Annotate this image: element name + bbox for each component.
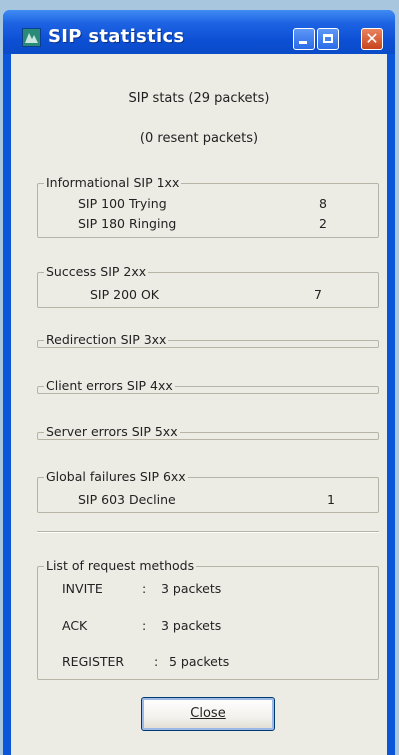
packets-summary: SIP stats (29 packets) — [128, 91, 270, 106]
minimize-icon — [299, 41, 307, 44]
maximize-icon — [323, 34, 333, 43]
group-label-success: Success SIP 2xx — [44, 264, 149, 279]
group-informational: Informational SIP 1xx SIP 100 Trying 8 S… — [37, 175, 379, 238]
separator — [37, 531, 379, 533]
group-client-errors: Client errors SIP 4xx — [37, 378, 379, 394]
resent-summary: (0 resent packets) — [139, 131, 259, 146]
close-icon: ✕ — [365, 29, 379, 48]
window-title: SIP statistics — [48, 26, 185, 47]
window-client-area: SIP stats (29 packets) (0 resent packets… — [11, 54, 387, 755]
status-count: 8 — [319, 196, 327, 211]
status-name: SIP 100 Trying — [78, 196, 167, 211]
group-global-failures: Global failures SIP 6xx SIP 603 Decline … — [37, 469, 379, 513]
status-count: 7 — [314, 287, 322, 302]
method-separator: : — [142, 581, 147, 596]
title-bar[interactable]: SIP statistics ✕ — [3, 10, 395, 54]
close-button[interactable]: Close — [141, 697, 275, 731]
group-success: Success SIP 2xx SIP 200 OK 7 — [37, 264, 379, 308]
status-count: 2 — [319, 216, 327, 231]
minimize-button[interactable] — [293, 28, 315, 50]
method-name: INVITE — [62, 581, 103, 596]
group-label-redirection: Redirection SIP 3xx — [44, 332, 169, 347]
method-name: REGISTER — [62, 654, 125, 669]
group-label-global-failures: Global failures SIP 6xx — [44, 469, 188, 484]
sip-statistics-window: SIP statistics ✕ SIP stats (29 packets) … — [3, 10, 395, 755]
close-window-button[interactable]: ✕ — [361, 28, 383, 50]
status-name: SIP 200 OK — [90, 287, 160, 302]
app-icon — [22, 28, 41, 47]
group-label-client-errors: Client errors SIP 4xx — [44, 378, 175, 393]
method-separator: : — [142, 618, 147, 633]
group-label-informational: Informational SIP 1xx — [44, 175, 182, 190]
method-separator: : — [154, 654, 159, 669]
group-request-methods: List of request methods INVITE : 3 packe… — [37, 558, 379, 680]
method-value: 5 packets — [169, 654, 230, 669]
method-value: 3 packets — [161, 581, 222, 596]
group-server-errors: Server errors SIP 5xx — [37, 424, 379, 440]
method-value: 3 packets — [161, 618, 222, 633]
group-redirection: Redirection SIP 3xx — [37, 332, 379, 348]
status-count: 1 — [327, 492, 335, 507]
group-label-server-errors: Server errors SIP 5xx — [44, 424, 180, 439]
method-name: ACK — [62, 618, 88, 633]
group-label-request-methods: List of request methods — [44, 558, 197, 573]
status-name: SIP 603 Decline — [78, 492, 176, 507]
maximize-button[interactable] — [317, 28, 339, 50]
status-name: SIP 180 Ringing — [78, 216, 177, 231]
